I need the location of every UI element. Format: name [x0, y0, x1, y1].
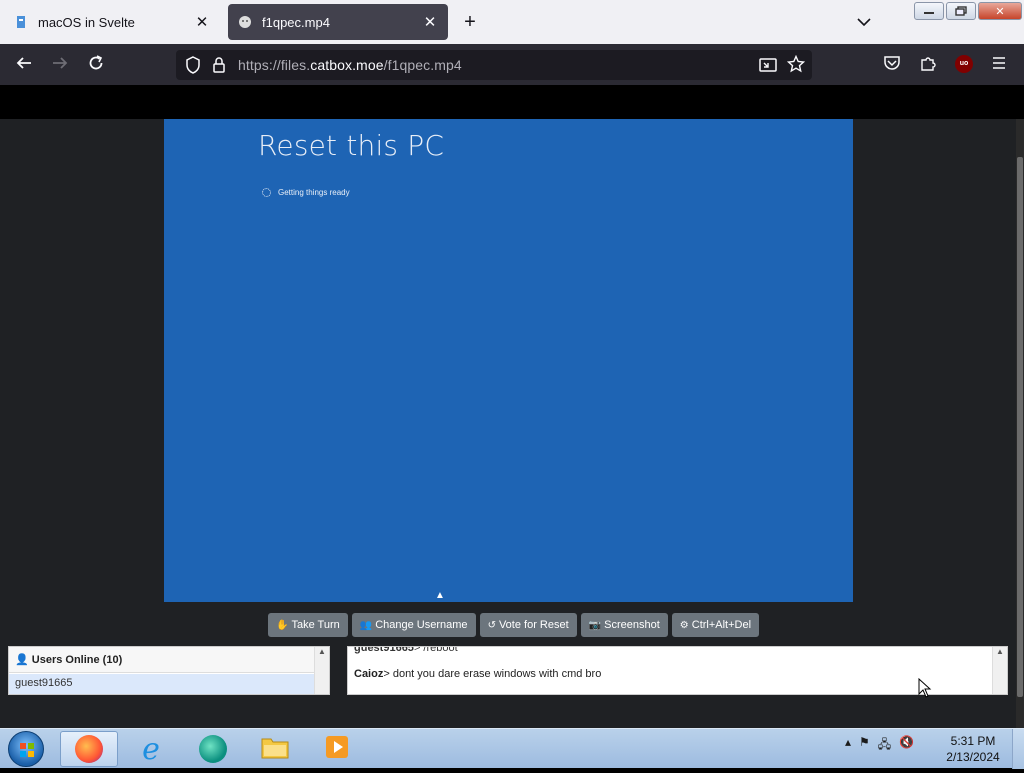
system-tray: ▴ ⚑ 🖧 🔇 — [845, 735, 914, 756]
volume-muted-icon[interactable]: 🔇 — [899, 735, 914, 756]
close-window-button[interactable]: ✕ — [978, 2, 1022, 20]
camera-icon: 📷 — [588, 619, 602, 631]
chat-message: guest91665> /reboot — [354, 646, 458, 654]
status-text: Getting things ready — [278, 188, 350, 197]
gear-icon: ⚙ — [679, 619, 689, 631]
chevron-up-icon[interactable]: ▴ — [845, 735, 851, 756]
vote-reset-button[interactable]: ↺ Vote for Reset — [479, 613, 577, 637]
minimize-button[interactable] — [914, 2, 944, 20]
chevron-down-icon[interactable] — [854, 12, 874, 32]
user-list-item[interactable]: guest91665 — [9, 674, 314, 694]
shield-icon[interactable] — [185, 56, 201, 79]
clock-time: 5:31 PM — [950, 734, 996, 748]
spinner-icon — [262, 188, 271, 197]
lock-icon[interactable] — [212, 56, 226, 79]
media-player-icon — [323, 733, 351, 766]
user-icon: 👤 — [15, 654, 29, 666]
bookmark-star-icon[interactable] — [786, 54, 806, 78]
folder-icon — [260, 734, 290, 765]
catbox-icon — [238, 15, 252, 29]
firefox-icon — [75, 735, 103, 763]
vm-controls: ✋ Take Turn 👥 Change Username ↺ Vote for… — [268, 613, 760, 637]
taskbar: e ▴ ⚑ 🖧 🔇 5:31 PM 2/13/2024 — [0, 728, 1024, 769]
new-tab-button[interactable]: + — [459, 10, 481, 34]
show-desktop-button[interactable] — [1012, 729, 1024, 769]
bing-icon — [199, 735, 227, 763]
forward-icon[interactable] — [49, 54, 71, 76]
url-bar[interactable]: https://files.catbox.moe/f1qpec.mp4 — [176, 50, 812, 80]
taskbar-bing[interactable] — [184, 731, 242, 767]
url-text[interactable]: https://files.catbox.moe/f1qpec.mp4 — [238, 57, 462, 73]
start-button[interactable] — [8, 731, 44, 767]
mouse-cursor-icon: ▲ — [435, 590, 445, 601]
taskbar-media-player[interactable] — [308, 731, 366, 767]
screenshot-button[interactable]: 📷 Screenshot — [580, 613, 668, 637]
take-turn-button[interactable]: ✋ Take Turn — [268, 613, 348, 637]
chat-scrollbar[interactable]: ▲ — [992, 647, 1007, 694]
restore-button[interactable] — [946, 2, 976, 20]
tab-title: macOS in Svelte — [38, 14, 135, 30]
network-icon[interactable]: 🖧 — [878, 735, 891, 756]
navigation-toolbar: https://files.catbox.moe/f1qpec.mp4 uo — [0, 44, 1024, 85]
taskbar-file-explorer[interactable] — [246, 731, 304, 767]
extensions-icon[interactable] — [917, 54, 939, 76]
internet-explorer-icon: e — [142, 731, 160, 767]
chat-panel: guest91665> /reboot Caioz> dont you dare… — [347, 646, 1008, 695]
taskbar-clock[interactable]: 5:31 PM 2/13/2024 — [940, 733, 1006, 765]
users-online-header: 👤 Users Online (10) — [9, 647, 314, 673]
chat-message: Caioz> dont you dare erase windows with … — [354, 668, 602, 680]
users-icon: 👥 — [359, 619, 373, 631]
reset-pc-title: Reset this PC — [258, 129, 445, 162]
taskbar-firefox[interactable] — [60, 731, 118, 767]
close-tab-icon[interactable]: ✕ — [194, 13, 210, 31]
tab-catbox-video[interactable]: f1qpec.mp4 ✕ — [228, 4, 448, 40]
back-icon[interactable] — [13, 54, 35, 76]
ctrl-alt-del-button[interactable]: ⚙ Ctrl+Alt+Del — [671, 613, 760, 637]
users-scrollbar[interactable]: ▲ — [314, 647, 329, 694]
undo-icon: ↺ — [487, 619, 496, 631]
reload-icon[interactable] — [85, 54, 107, 76]
ublock-origin-icon[interactable]: uo — [955, 55, 973, 73]
action-center-flag-icon[interactable]: ⚑ — [859, 735, 870, 756]
window-controls: ✕ — [914, 2, 1022, 20]
page-content: Reset this PC Getting things ready ✋ Tak… — [0, 85, 1024, 728]
hand-icon: ✋ — [276, 619, 289, 631]
svelte-icon — [14, 15, 28, 29]
menu-icon[interactable] — [988, 54, 1010, 76]
tab-title: f1qpec.mp4 — [262, 14, 330, 30]
clock-date: 2/13/2024 — [946, 750, 1000, 764]
picture-in-picture-icon[interactable] — [759, 56, 777, 79]
page-scrollbar-thumb[interactable] — [1017, 157, 1023, 697]
tab-strip: macOS in Svelte ✕ f1qpec.mp4 ✕ + ✕ — [0, 0, 1024, 44]
vm-screen[interactable]: Reset this PC Getting things ready — [164, 119, 853, 602]
tab-macos-svelte[interactable]: macOS in Svelte ✕ — [4, 4, 220, 40]
close-tab-icon[interactable]: ✕ — [422, 13, 438, 31]
change-username-button[interactable]: 👥 Change Username — [351, 613, 476, 637]
pocket-icon[interactable] — [881, 54, 903, 76]
taskbar-internet-explorer[interactable]: e — [122, 731, 180, 767]
mouse-cursor-icon — [918, 677, 932, 703]
users-online-panel: 👤 Users Online (10) guest91665 ▲ — [8, 646, 330, 695]
